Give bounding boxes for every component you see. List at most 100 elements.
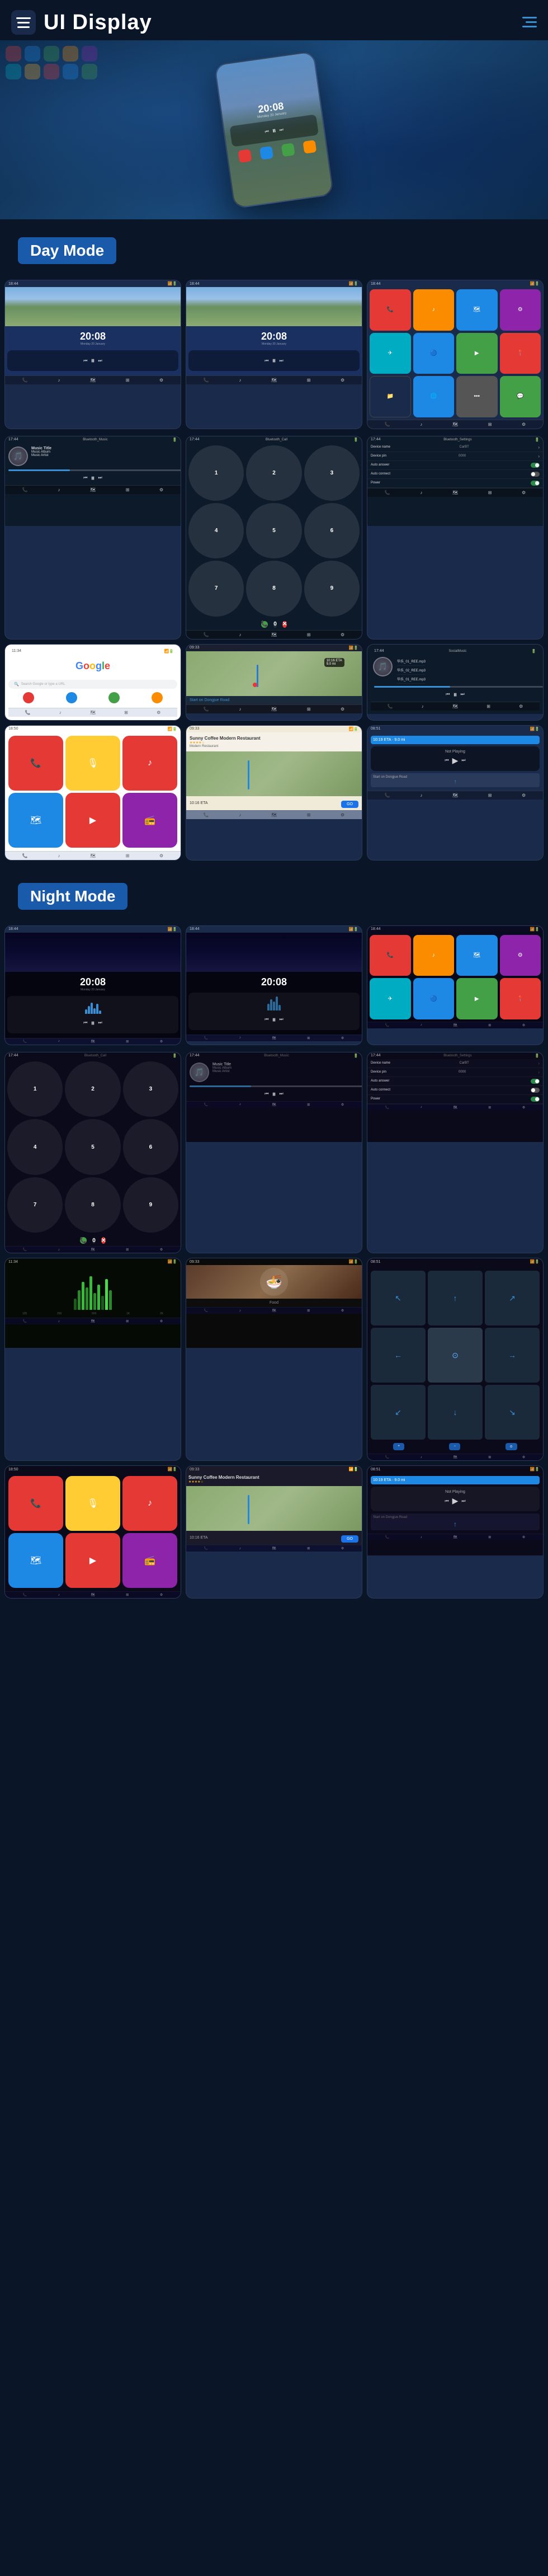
bnav-ncf-dial[interactable]: 📞 <box>204 1546 208 1550</box>
night-app-waze[interactable]: 📍 <box>500 978 541 1019</box>
track-item-3[interactable]: 华乐_01_REE.mp3 <box>397 675 426 684</box>
np-next[interactable]: ⏭ <box>461 758 465 763</box>
night-dial-2[interactable]: 2 <box>65 1061 120 1117</box>
bnav-na-music[interactable]: ♪ <box>421 1023 422 1027</box>
bnav-ncp-set[interactable]: ⚙ <box>160 1593 163 1597</box>
bnav-music-1[interactable]: ♪ <box>58 378 60 383</box>
social-prev[interactable]: ⏮ <box>446 692 450 697</box>
night-app-music[interactable]: ♪ <box>413 935 455 976</box>
power-toggle[interactable] <box>531 481 540 486</box>
bnav-ncp-map[interactable]: 🗺 <box>91 1593 95 1597</box>
bnav-np-dial[interactable]: 📞 <box>385 793 390 798</box>
dir-up-left[interactable]: ↖ <box>371 1271 426 1325</box>
bnav-apps-2[interactable]: ⊞ <box>307 378 311 383</box>
google-search-bar[interactable]: 🔍 Search Google or type a URL <box>8 680 177 689</box>
play-1[interactable]: ⏸ <box>91 356 95 365</box>
bnav-soc-dial[interactable]: 📞 <box>388 704 393 709</box>
bnav-call-music[interactable]: ♪ <box>239 632 241 637</box>
bnav-nf-music[interactable]: ♪ <box>239 1309 241 1313</box>
bnav-music-3[interactable]: ♪ <box>420 422 422 427</box>
cp-podcast2[interactable]: 📻 <box>122 793 177 848</box>
cp-phone[interactable]: 📞 <box>8 736 63 791</box>
bnav-map-music[interactable]: ♪ <box>239 707 241 712</box>
bt-prev[interactable]: ⏮ <box>83 475 87 481</box>
bnav-nvz-music[interactable]: ♪ <box>58 1320 60 1323</box>
bnav-cof-set[interactable]: ⚙ <box>341 812 344 817</box>
bnav-na-map[interactable]: 🗺 <box>453 1023 457 1027</box>
dir-right[interactable]: → <box>485 1328 540 1383</box>
play-btn[interactable]: ⏸ <box>272 126 277 136</box>
bnav-np-apps[interactable]: ⊞ <box>488 793 492 798</box>
bnav-cof-apps[interactable]: ⊞ <box>307 812 311 817</box>
np-play[interactable]: ▶ <box>452 756 459 765</box>
social-next[interactable]: ⏭ <box>461 692 465 697</box>
bnav-map-set[interactable]: ⚙ <box>341 707 344 712</box>
track-item-1[interactable]: 华乐_01_REE.mp3 <box>397 657 426 666</box>
bnav-na-set[interactable]: ⚙ <box>522 1023 525 1027</box>
night-app-youtube[interactable]: ▶ <box>456 978 498 1019</box>
bnav-set-map[interactable]: 🗺 <box>452 490 458 495</box>
nav-zoom-out[interactable]: − <box>449 1443 460 1450</box>
bnav-nna-set[interactable]: ⚙ <box>522 1455 525 1459</box>
bnav-g-set[interactable]: ⚙ <box>157 710 160 715</box>
night-app-telegram[interactable]: ✈ <box>370 978 411 1019</box>
app-icon-phone[interactable]: 📞 <box>370 289 411 331</box>
night-bt-next[interactable]: ⏭ <box>280 1091 284 1097</box>
dir-left[interactable]: ← <box>371 1328 426 1383</box>
bnav-np-map[interactable]: 🗺 <box>452 793 458 798</box>
bnav-np-music[interactable]: ♪ <box>420 793 422 798</box>
menu-icon[interactable] <box>11 10 36 35</box>
auto-connect-toggle[interactable] <box>531 472 540 477</box>
night-call-btn[interactable]: 📞 <box>80 1237 87 1244</box>
night-app-bt[interactable]: 🔵 <box>413 978 455 1019</box>
night-prev-1[interactable]: ⏮ <box>83 1020 87 1026</box>
bnav-g-apps[interactable]: ⊞ <box>124 710 128 715</box>
bnav-cp-apps[interactable]: ⊞ <box>126 853 130 858</box>
bnav-nna-dial[interactable]: 📞 <box>385 1455 389 1459</box>
hangup-btn[interactable]: ✕ <box>282 621 287 628</box>
bnav-set-apps[interactable]: ⊞ <box>488 490 492 495</box>
night-cp-music[interactable]: ♪ <box>122 1476 177 1531</box>
bnav-nnp-set[interactable]: ⚙ <box>522 1535 525 1539</box>
bnav-bt-map[interactable]: 🗺 <box>90 487 96 492</box>
night-app-settings[interactable]: ⚙ <box>500 935 541 976</box>
night-bt-play[interactable]: ⏸ <box>272 1089 276 1099</box>
night-bt-prev[interactable]: ⏮ <box>264 1091 268 1097</box>
bnav-nbm-set[interactable]: ⚙ <box>341 1103 344 1107</box>
bnav-ncf-music[interactable]: ♪ <box>239 1547 241 1550</box>
bnav-map-3[interactable]: 🗺 <box>452 422 458 427</box>
bnav-n2-dial[interactable]: 📞 <box>204 1036 208 1040</box>
bnav-set-2[interactable]: ⚙ <box>341 378 344 383</box>
bnav-nbc-dial[interactable]: 📞 <box>23 1248 27 1252</box>
bnav-ncp-dial[interactable]: 📞 <box>23 1593 27 1597</box>
bnav-n2-apps[interactable]: ⊞ <box>307 1036 310 1040</box>
bnav-nbm-music[interactable]: ♪ <box>239 1103 241 1106</box>
dir-down-right[interactable]: ↘ <box>485 1385 540 1440</box>
bnav-ncp-apps[interactable]: ⊞ <box>126 1593 129 1597</box>
night-next-2[interactable]: ⏭ <box>280 1017 284 1022</box>
bnav-set-set[interactable]: ⚙ <box>522 490 526 495</box>
app-icon-telegram[interactable]: ✈ <box>370 333 411 374</box>
dir-center[interactable]: ⊙ <box>428 1328 483 1383</box>
next-1[interactable]: ⏭ <box>98 358 102 364</box>
hamburger-nav-icon[interactable] <box>520 17 537 28</box>
bnav-n2-set[interactable]: ⚙ <box>341 1036 344 1040</box>
bnav-n2-map[interactable]: 🗺 <box>272 1036 276 1040</box>
dial-2[interactable]: 2 <box>246 445 301 501</box>
next-2[interactable]: ⏭ <box>280 358 284 364</box>
bnav-nbc-set[interactable]: ⚙ <box>160 1248 163 1252</box>
play-2[interactable]: ⏸ <box>272 356 276 365</box>
nnp-play[interactable]: ▶ <box>452 1496 459 1506</box>
bt-play[interactable]: ⏸ <box>91 473 95 483</box>
bookmark-1[interactable] <box>8 692 49 703</box>
bnav-music-2[interactable]: ♪ <box>239 378 241 383</box>
dir-up[interactable]: ↑ <box>428 1271 483 1325</box>
dial-5[interactable]: 5 <box>246 503 301 558</box>
app-icon-settings[interactable]: ⚙ <box>500 289 541 331</box>
bnav-dial-3[interactable]: 📞 <box>385 422 390 427</box>
cp-youtube[interactable]: ▶ <box>65 793 120 848</box>
night-play-1[interactable]: ⏸ <box>91 1018 95 1028</box>
bnav-cp-set[interactable]: ⚙ <box>159 853 163 858</box>
night-app-nav[interactable]: 🗺 <box>456 935 498 976</box>
night-dial-4[interactable]: 4 <box>7 1119 63 1174</box>
